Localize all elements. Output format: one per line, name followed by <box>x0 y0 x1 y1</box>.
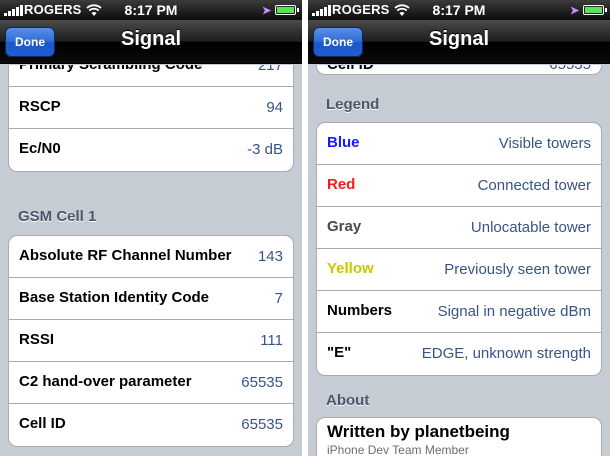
section-header-about: About <box>326 392 370 409</box>
list-item: RSCP 94 <box>9 87 293 129</box>
legend-description: Unlocatable tower <box>470 219 591 236</box>
row-value: 7 <box>274 290 283 307</box>
legend-key: Gray <box>327 218 362 235</box>
legend-description: Connected tower <box>477 177 591 194</box>
row-value: 65535 <box>241 416 283 433</box>
legend-key: "E" <box>327 344 352 361</box>
row-value: 143 <box>257 248 283 265</box>
row-value: 65535 <box>241 374 283 391</box>
row-label: RSSI <box>19 331 55 348</box>
legend-description: Previously seen tower <box>444 261 591 278</box>
legend-key: Red <box>327 176 356 193</box>
list-item: C2 hand-over parameter 65535 <box>9 362 293 404</box>
legend-item-red: Red Connected tower <box>317 165 601 207</box>
legend-item-numbers: Numbers Signal in negative dBm <box>317 291 601 333</box>
row-value: 111 <box>260 332 283 349</box>
page-title: Signal <box>428 28 489 50</box>
list-item: Absolute RF Channel Number 143 <box>9 236 293 278</box>
row-value: -3 dB <box>247 141 283 158</box>
cell-info-group: Primary Scrambling Code 217 RSCP 94 Ec/N… <box>8 65 294 172</box>
section-header-gsm-cell: GSM Cell 1 <box>18 208 97 225</box>
list-item: RSSI 111 <box>9 320 293 362</box>
page-title: Signal <box>120 28 181 50</box>
legend-description: EDGE, unknown strength <box>421 345 591 362</box>
row-label: Base Station Identity Code <box>19 289 210 306</box>
list-item: Ec/N0 -3 dB <box>9 129 293 171</box>
legend-item-edge: "E" EDGE, unknown strength <box>317 333 601 375</box>
author-subtitle: iPhone Dev Team Member <box>327 443 469 456</box>
clock: 8:17 PM <box>124 2 178 18</box>
row-value: 217 <box>257 65 283 74</box>
legend-key: Yellow <box>327 260 374 277</box>
row-label: Absolute RF Channel Number <box>19 247 232 264</box>
signal-list[interactable]: Primary Scrambling Code 217 RSCP 94 Ec/N… <box>0 65 302 456</box>
section-header-legend: Legend <box>326 96 380 113</box>
legend-description: Signal in negative dBm <box>437 303 591 320</box>
list-item: Cell ID 65535 <box>317 65 601 74</box>
row-label: Cell ID <box>19 415 66 432</box>
row-label: Cell ID <box>327 65 374 73</box>
status-bar: ROGERS 8:17 PM ➤ <box>0 0 302 20</box>
location-arrow-icon: ➤ <box>262 5 272 17</box>
list-item: Cell ID 65535 <box>9 404 293 446</box>
legend-item-gray: Gray Unlocatable tower <box>317 207 601 249</box>
row-label: Primary Scrambling Code <box>19 65 202 73</box>
legend-description: Visible towers <box>498 135 591 152</box>
signal-list[interactable]: Cell ID 65535 Legend Blue Visible towers… <box>308 65 610 456</box>
legend-key: Blue <box>327 134 360 151</box>
navigation-bar: Done Signal <box>308 20 610 64</box>
row-label: Ec/N0 <box>19 140 61 157</box>
legend-key: Numbers <box>327 302 393 319</box>
list-item: Primary Scrambling Code 217 <box>9 65 293 87</box>
row-label: RSCP <box>19 98 61 115</box>
cell-info-group: Cell ID 65535 <box>316 65 602 75</box>
about-group: Written by planetbeing iPhone Dev Team M… <box>316 417 602 456</box>
author-credit: Written by planetbeing <box>327 422 510 441</box>
legend-group: Blue Visible towers Red Connected tower … <box>316 122 602 376</box>
list-item: Base Station Identity Code 7 <box>9 278 293 320</box>
legend-item-yellow: Yellow Previously seen tower <box>317 249 601 291</box>
left-screen: ROGERS 8:17 PM ➤ Done Signal Primary Scr… <box>0 0 302 456</box>
status-bar: ROGERS 8:17 PM ➤ <box>308 0 610 20</box>
legend-item-blue: Blue Visible towers <box>317 123 601 165</box>
battery-icon <box>275 5 299 15</box>
clock: 8:17 PM <box>432 2 486 18</box>
row-value: 65535 <box>549 65 591 73</box>
gsm-cell-group: Absolute RF Channel Number 143 Base Stat… <box>8 235 294 447</box>
location-arrow-icon: ➤ <box>570 5 580 17</box>
battery-icon <box>583 5 607 15</box>
right-screen: ROGERS 8:17 PM ➤ Done Signal Cell ID 655… <box>308 0 610 456</box>
row-label: C2 hand-over parameter <box>19 373 192 390</box>
navigation-bar: Done Signal <box>0 20 302 64</box>
row-value: 94 <box>266 99 283 116</box>
